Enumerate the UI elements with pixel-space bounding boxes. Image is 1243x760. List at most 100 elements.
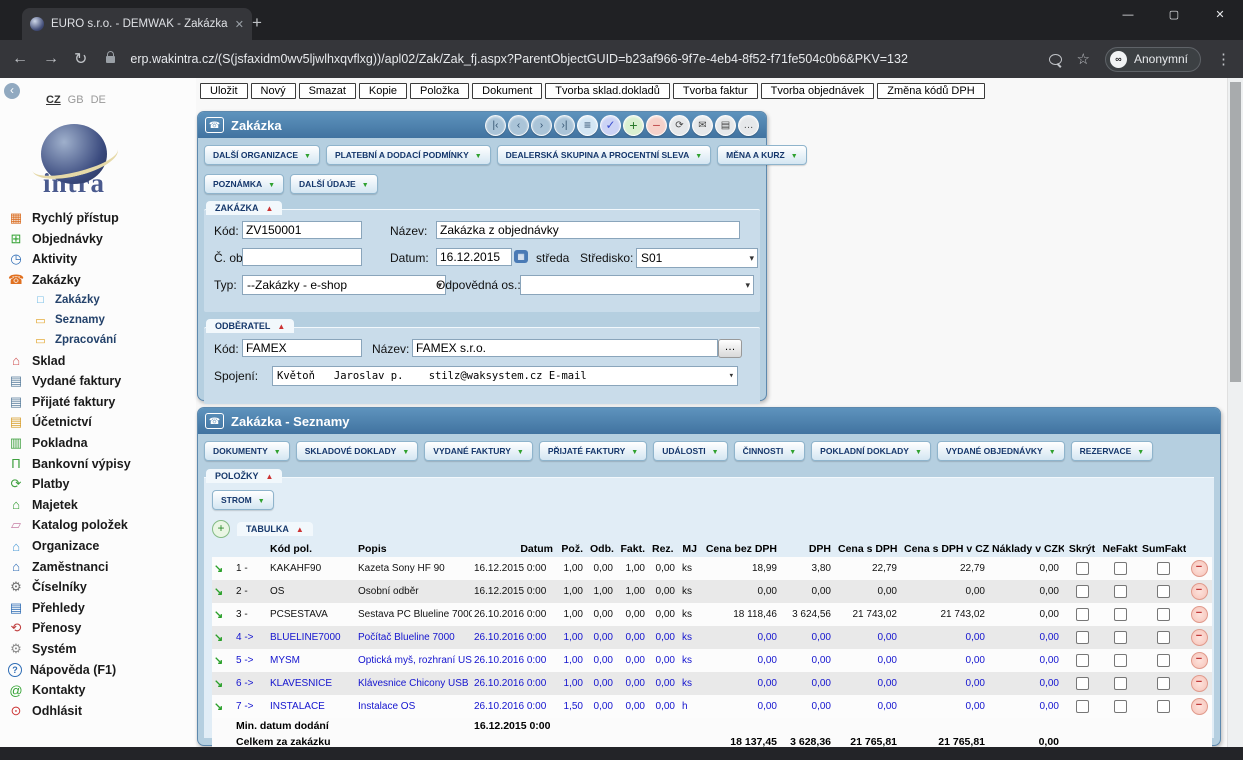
zakazka-section-tab[interactable]: ZAKÁZKA (206, 201, 282, 215)
mail-button[interactable]: ✉ (692, 115, 713, 136)
dropdown-button[interactable]: VYDANÉ OBJEDNÁVKY (937, 441, 1065, 461)
dropdown-button[interactable]: UDÁLOSTI (653, 441, 727, 461)
sumfakt-checkbox[interactable] (1157, 631, 1170, 644)
confirm-button[interactable]: ✓ (600, 115, 621, 136)
table-row[interactable]: 2 - OS Osobní odběr 16.12.2015 0:00 1,00… (212, 580, 1212, 603)
page-scrollbar[interactable] (1227, 78, 1243, 747)
dropdown-button[interactable]: DALŠÍ ORGANIZACE (204, 145, 320, 165)
odberatel-kod-input[interactable] (242, 339, 362, 357)
lookup-more-button[interactable]: … (718, 339, 742, 358)
nefakt-checkbox[interactable] (1114, 585, 1127, 598)
stredisko-select[interactable]: S01 (636, 248, 758, 268)
sumfakt-checkbox[interactable] (1157, 654, 1170, 667)
toolbar-button[interactable]: Změna kódů DPH (877, 83, 984, 99)
last-record-button[interactable]: ›| (554, 115, 575, 136)
odberatel-nazev-input[interactable] (412, 339, 718, 357)
sidebar-item[interactable]: ◷ Aktivity (8, 249, 194, 270)
next-record-button[interactable]: › (531, 115, 552, 136)
table-row[interactable]: 4 -> BLUELINE7000 Počítač Blueline 7000 … (212, 626, 1212, 649)
table-row[interactable]: 7 -> INSTALACE Instalace OS 26.10.2016 0… (212, 695, 1212, 718)
sidebar-collapse-button[interactable]: ‹ (4, 83, 20, 99)
nefakt-checkbox[interactable] (1114, 700, 1127, 713)
sumfakt-checkbox[interactable] (1157, 608, 1170, 621)
spojeni-select[interactable]: Květoň Jaroslav p. stilz@waksystem.cz E-… (272, 366, 738, 386)
typ-select[interactable]: --Zakázky - e-shop (242, 275, 446, 295)
dropdown-button[interactable]: VYDANÉ FAKTURY (424, 441, 533, 461)
sidebar-item[interactable]: ▥ Pokladna (8, 433, 194, 454)
sidebar-item[interactable]: Π Bankovní výpisy (8, 453, 194, 474)
dropdown-button[interactable]: DALŠÍ ÚDAJE (290, 174, 378, 194)
remove-row-button[interactable] (1191, 583, 1208, 600)
sidebar-item[interactable]: ▤ Přijaté faktury (8, 392, 194, 413)
sidebar-item[interactable]: ▤ Přehledy (8, 598, 194, 619)
sidebar-item[interactable]: ▭ Seznamy (8, 310, 194, 330)
sidebar-item[interactable]: ⌂ Zaměstnanci (8, 556, 194, 577)
nefakt-checkbox[interactable] (1114, 631, 1127, 644)
sidebar-item[interactable]: ⚙ Číselníky (8, 577, 194, 598)
sidebar-item[interactable]: ? Nápověda (F1) (8, 659, 194, 680)
lock-icon[interactable] (106, 56, 115, 63)
browser-menu-icon[interactable]: ⋮ (1216, 50, 1231, 68)
back-icon[interactable]: ← (12, 50, 28, 68)
scrollbar-thumb[interactable] (1230, 82, 1241, 382)
sidebar-item[interactable]: ▭ Zpracování (8, 330, 194, 350)
address-bar[interactable]: erp.wakintra.cz/(S(jsfaxidm0wv5ljwlhxqvf… (130, 52, 1033, 66)
odberatel-section-tab[interactable]: ODBĚRATEL (206, 319, 294, 333)
skryt-checkbox[interactable] (1076, 608, 1089, 621)
toolbar-button[interactable]: Smazat (299, 83, 356, 99)
sumfakt-checkbox[interactable] (1157, 562, 1170, 575)
sidebar-item[interactable]: ⌂ Organizace (8, 536, 194, 557)
search-icon[interactable] (1049, 54, 1062, 65)
skryt-checkbox[interactable] (1076, 631, 1089, 644)
toolbar-button[interactable]: Tvorba sklad.dokladů (545, 83, 670, 99)
wak-intra-logo[interactable]: intra (24, 124, 124, 199)
skryt-checkbox[interactable] (1076, 654, 1089, 667)
sidebar-item[interactable]: ⊙ Odhlásit (8, 700, 194, 721)
remove-row-button[interactable] (1191, 606, 1208, 623)
skryt-checkbox[interactable] (1076, 585, 1089, 598)
sumfakt-checkbox[interactable] (1157, 700, 1170, 713)
table-row[interactable]: 1 - KAKAHF90 Kazeta Sony HF 90 16.12.201… (212, 557, 1212, 580)
remove-row-button[interactable] (1191, 560, 1208, 577)
calendar-icon[interactable] (514, 250, 528, 263)
print-button[interactable]: ▤ (715, 115, 736, 136)
sumfakt-checkbox[interactable] (1157, 585, 1170, 598)
forward-icon[interactable]: → (43, 50, 59, 68)
sidebar-item[interactable]: ▤ Účetnictví (8, 412, 194, 433)
dropdown-button[interactable]: MĚNA A KURZ (717, 145, 807, 165)
remove-row-button[interactable] (1191, 629, 1208, 646)
remove-row-button[interactable] (1191, 698, 1208, 715)
datum-input[interactable] (436, 248, 512, 266)
toolbar-button[interactable]: Tvorba faktur (673, 83, 758, 99)
first-record-button[interactable]: |‹ (485, 115, 506, 136)
sidebar-item[interactable]: ⚙ Systém (8, 639, 194, 660)
minimize-button[interactable]: — (1105, 0, 1151, 30)
nefakt-checkbox[interactable] (1114, 677, 1127, 690)
odpovedna-select[interactable] (520, 275, 754, 295)
refresh-button[interactable]: ⟳ (669, 115, 690, 136)
close-window-button[interactable]: ✕ (1197, 0, 1243, 30)
toolbar-button[interactable]: Nový (251, 83, 296, 99)
table-row[interactable]: 3 - PCSESTAVA Sestava PC Blueline 7000 2… (212, 603, 1212, 626)
reload-icon[interactable]: ↻ (74, 49, 87, 69)
sidebar-item[interactable]: ⌂ Sklad (8, 350, 194, 371)
add-item-button[interactable] (212, 520, 230, 538)
more-button[interactable]: … (738, 115, 759, 136)
remove-row-button[interactable] (1191, 652, 1208, 669)
table-row[interactable]: 5 -> MYSM Optická myš, rozhraní USB 26.1… (212, 649, 1212, 672)
strom-dropdown-button[interactable]: STROM (212, 490, 274, 510)
dropdown-button[interactable]: PLATEBNÍ A DODACÍ PODMÍNKY (326, 145, 491, 165)
dropdown-button[interactable]: REZERVACE (1071, 441, 1154, 461)
skryt-checkbox[interactable] (1076, 677, 1089, 690)
sidebar-item[interactable]: ▱ Katalog položek (8, 515, 194, 536)
table-row[interactable]: 6 -> KLAVESNICE Klávesnice Chicony USB 2… (212, 672, 1212, 695)
sidebar-item[interactable]: ▤ Vydané faktury (8, 371, 194, 392)
add-record-button[interactable]: + (623, 115, 644, 136)
toolbar-button[interactable]: Uložit (200, 83, 248, 99)
cob-input[interactable] (242, 248, 362, 266)
polozky-section-tab[interactable]: POLOŽKY (206, 469, 282, 483)
sidebar-item[interactable]: ▦ Rychlý přístup (8, 208, 194, 229)
dropdown-button[interactable]: PŘIJATÉ FAKTURY (539, 441, 647, 461)
sidebar-item[interactable]: □ Zakázky (8, 290, 194, 310)
maximize-button[interactable]: ▢ (1151, 0, 1197, 30)
